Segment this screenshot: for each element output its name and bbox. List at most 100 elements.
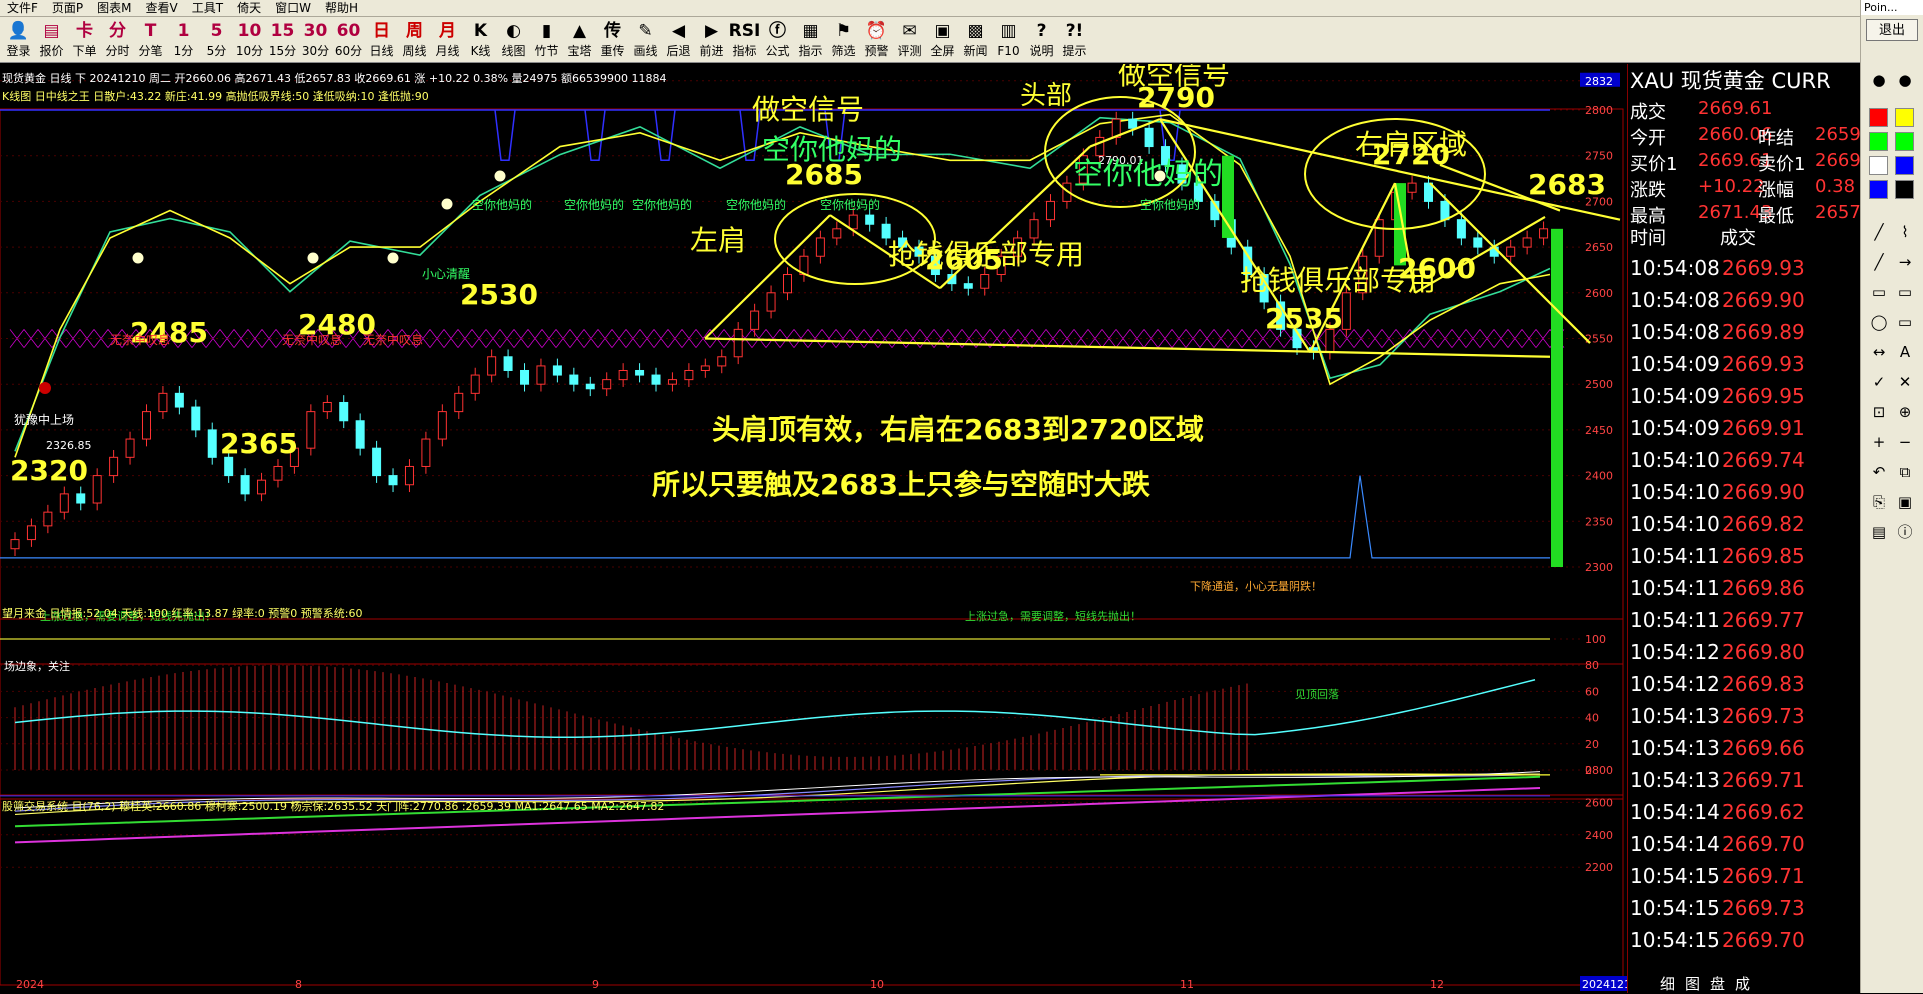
draw-tool-icon[interactable]: ▣ [1895, 492, 1915, 512]
draw-tool-icon[interactable]: ⌇ [1895, 222, 1915, 242]
draw-tool-icon[interactable]: ⎘ [1869, 492, 1889, 512]
draw-tool-icon[interactable]: ⊡ [1869, 402, 1889, 422]
pattern-label: 抢钱俱乐部专用 [1240, 264, 1436, 297]
kline-chart-svg[interactable]: 2832280027502700265026002550250024502400… [0, 64, 1627, 993]
f10-button[interactable]: ▥ F10 [992, 19, 1025, 61]
draw-tool-icon[interactable]: ⊕ [1895, 402, 1915, 422]
draw-tool-icon[interactable]: ╱ [1869, 222, 1889, 242]
draw-tool-icon[interactable]: + [1869, 432, 1889, 452]
draw-tool-icon[interactable]: ⓘ [1895, 522, 1915, 542]
quote-tabs: 细图盘成 [1660, 973, 1760, 994]
menu-item-0[interactable]: 文件F [0, 0, 45, 17]
color-swatch[interactable] [1869, 156, 1888, 175]
draw-tool-icon[interactable]: ⧉ [1895, 462, 1915, 482]
quote-button[interactable]: ▤ 报价 [35, 19, 68, 61]
tick-row: 10:54:15 2669.73 [1630, 896, 1855, 928]
menu-item-1[interactable]: 页面P [45, 0, 90, 17]
evaluate-button[interactable]: ✉ 评测 [893, 19, 926, 61]
sub2-panel-frame [0, 794, 1624, 986]
news-button[interactable]: ▩ 新闻 [959, 19, 992, 61]
price-tick-label: 2500 [1585, 378, 1613, 391]
candle-body [59, 493, 69, 513]
login-button[interactable]: 👤 登录 [2, 19, 35, 61]
color-swatch[interactable] [1869, 180, 1888, 199]
candle-body [191, 406, 201, 431]
color-swatch[interactable] [1895, 180, 1914, 199]
60min-button[interactable]: 60 60分 [332, 19, 365, 61]
tick-price: 2669.83 [1722, 672, 1805, 696]
15min-button[interactable]: 15 15分 [266, 19, 299, 61]
tick-price: 2669.93 [1722, 352, 1805, 376]
resend-button[interactable]: 传重传 [596, 19, 629, 61]
menu-item-5[interactable]: 倚天 [230, 0, 268, 17]
draw-tool-icon[interactable]: ◯ [1869, 312, 1889, 332]
draw-tool-icon[interactable]: − [1895, 432, 1915, 452]
menu-item-7[interactable]: 帮助H [318, 0, 365, 17]
quote-tab-2[interactable]: 盘 [1710, 975, 1725, 993]
10min-button[interactable]: 10 10分 [233, 19, 266, 61]
quote-tab-1[interactable]: 图 [1685, 975, 1700, 993]
filter-button[interactable]: ⚑ 筛选 [827, 19, 860, 61]
alert-button[interactable]: ⏰ 预警 [860, 19, 893, 61]
menu-item-2[interactable]: 图表M [90, 0, 138, 17]
menu-item-3[interactable]: 查看V [139, 0, 185, 17]
draw-tool-icon[interactable]: ↔ [1869, 342, 1889, 362]
quote-tab-3[interactable]: 成 [1735, 975, 1750, 993]
bamboo-button[interactable]: ▮ 竹节 [530, 19, 563, 61]
fullscreen-button[interactable]: ▣ 全屏 [926, 19, 959, 61]
quote-tab-0[interactable]: 细 [1660, 975, 1675, 993]
daily-button[interactable]: 日日线 [365, 19, 398, 61]
forward-button[interactable]: ▶ 前进 [695, 19, 728, 61]
order-button[interactable]: 卡下单 [68, 19, 101, 61]
help-doc-button[interactable]: ? 说明 [1025, 19, 1058, 61]
draw-tool-icon[interactable]: ▭ [1869, 282, 1889, 302]
quote-value: 2669.61 [1698, 98, 1773, 119]
draw-tool-icon[interactable]: ▭ [1895, 312, 1915, 332]
15min-icon: 15 [270, 21, 295, 41]
drawline-button[interactable]: ✎ 画线 [629, 19, 662, 61]
draw-tool-icon[interactable]: ● [1895, 70, 1915, 90]
color-swatch[interactable] [1869, 132, 1888, 151]
sub1-note: 场边象，关注 [4, 659, 70, 673]
draw-tool-icon[interactable]: ↶ [1869, 462, 1889, 482]
draw-tool-icon[interactable]: ✕ [1895, 372, 1915, 392]
candle-body [174, 392, 184, 408]
color-swatch[interactable] [1895, 156, 1914, 175]
linechart-icon: ◐ [506, 21, 521, 41]
menu-item-6[interactable]: 窗口W [268, 0, 318, 17]
draw-tool-icon[interactable]: ● [1869, 70, 1889, 90]
weekly-button[interactable]: 周周线 [398, 19, 431, 61]
signal-button[interactable]: ▦ 指示 [794, 19, 827, 61]
1min-button[interactable]: 1 1分 [167, 19, 200, 61]
candle-body [372, 447, 382, 477]
color-swatch[interactable] [1895, 108, 1914, 127]
5min-button[interactable]: 5 5分 [200, 19, 233, 61]
linechart-button[interactable]: ◐ 线图 [497, 19, 530, 61]
chart-area[interactable]: 2832 2800 2750 2700 2650 2600 2550 2500 2450 2400… [0, 64, 1627, 993]
draw-tool-icon[interactable]: ▭ [1895, 282, 1915, 302]
back-button[interactable]: ◀ 后退 [662, 19, 695, 61]
chart-note: 空你他妈的 [472, 197, 532, 212]
draw-tool-icon[interactable]: ▤ [1869, 522, 1889, 542]
color-swatch[interactable] [1869, 108, 1888, 127]
exit-button[interactable]: 退出 [1866, 19, 1918, 41]
draw-tool-icon[interactable]: ✓ [1869, 372, 1889, 392]
pagoda-button[interactable]: ▲ 宝塔 [563, 19, 596, 61]
tick-button[interactable]: T 分笔 [134, 19, 167, 61]
draw-tool-icon[interactable]: A [1895, 342, 1915, 362]
tick-row: 10:54:12 2669.80 [1630, 640, 1855, 672]
color-swatch[interactable] [1895, 132, 1914, 151]
draw-tool-icon[interactable]: → [1895, 252, 1915, 272]
monthly-button[interactable]: 月月线 [431, 19, 464, 61]
menu-item-4[interactable]: 工具T [185, 0, 230, 17]
tips-button[interactable]: ?! 提示 [1058, 19, 1091, 61]
formula-button[interactable]: ⓕ 公式 [761, 19, 794, 61]
tick-row: 10:54:14 2669.62 [1630, 800, 1855, 832]
timeshare-button[interactable]: 分分时 [101, 19, 134, 61]
indicator-button[interactable]: RSI 指标 [728, 19, 761, 61]
tick-row: 10:54:13 2669.73 [1630, 704, 1855, 736]
30min-button[interactable]: 30 30分 [299, 19, 332, 61]
daily-label: 日线 [369, 44, 394, 58]
kline-button[interactable]: K K线 [464, 19, 497, 61]
draw-tool-icon[interactable]: ╱ [1869, 252, 1889, 272]
